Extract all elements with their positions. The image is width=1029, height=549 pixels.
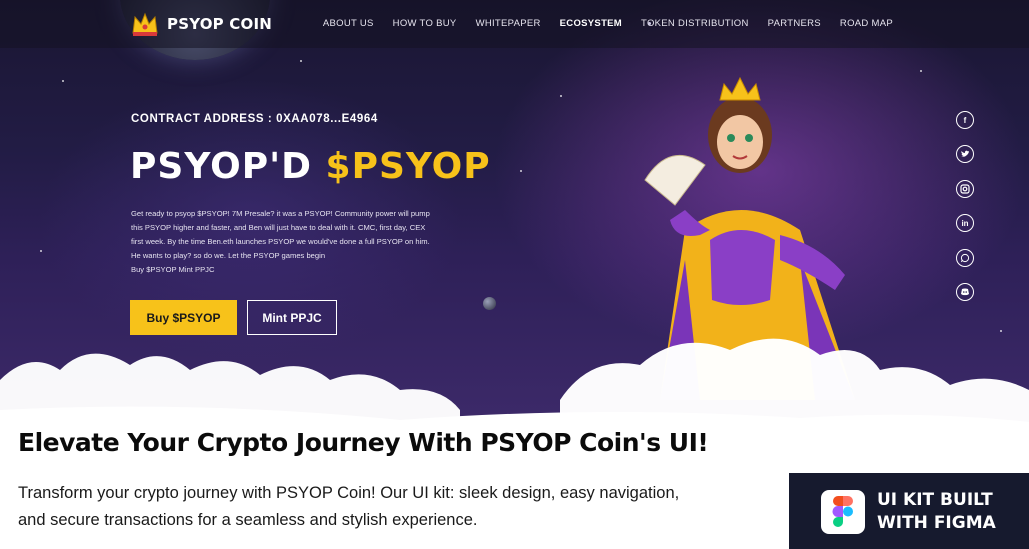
- linkedin-icon[interactable]: in: [956, 214, 974, 232]
- nav-links: ABOUT US HOW TO BUY WHITEPAPER ECOSYSTEM…: [323, 18, 893, 29]
- star: [520, 170, 522, 172]
- nav-ecosystem[interactable]: ECOSYSTEM: [560, 18, 622, 29]
- small-planet-decoration: [483, 297, 496, 310]
- nav-road-map[interactable]: ROAD MAP: [840, 18, 893, 29]
- headline-yellow: $PSYOP: [325, 146, 491, 187]
- description-line: first week. By the time Ben.eth launches…: [131, 237, 430, 246]
- star: [62, 80, 64, 82]
- description-line: this PSYOP higher and faster, and Ben wi…: [131, 223, 426, 232]
- linkedin-glyph: in: [961, 218, 969, 228]
- nav-whitepaper[interactable]: WHITEPAPER: [476, 18, 541, 29]
- headline-white: PSYOP'D: [130, 146, 326, 187]
- figma-badge-line2: WITH FIGMA: [877, 513, 996, 533]
- hero-headline: PSYOP'D $PSYOP: [130, 146, 491, 187]
- section-text-line: and secure transactions for a seamless a…: [18, 511, 478, 529]
- description-line: Buy $PSYOP Mint PPJC: [131, 265, 215, 274]
- contract-address[interactable]: CONTRACT ADDRESS : 0XAA078...E4964: [131, 113, 378, 125]
- instagram-icon[interactable]: [956, 180, 974, 198]
- figma-icon: [821, 490, 865, 534]
- section-text: Transform your crypto journey with PSYOP…: [18, 480, 758, 534]
- facebook-glyph: f: [963, 115, 967, 125]
- instagram-glyph: [960, 184, 970, 194]
- mint-ppjc-button[interactable]: Mint PPJC: [247, 300, 337, 335]
- star: [300, 60, 302, 62]
- twitter-glyph: [961, 150, 969, 157]
- star: [920, 70, 922, 72]
- section-title: Elevate Your Crypto Journey With PSYOP C…: [18, 428, 709, 457]
- nav-partners[interactable]: PARTNERS: [768, 18, 821, 29]
- top-navbar: PSYOP COIN ABOUT US HOW TO BUY WHITEPAPE…: [0, 0, 1029, 48]
- crown-icon: [132, 12, 158, 36]
- discord-glyph: [961, 288, 969, 296]
- description-line: Get ready to psyop $PSYOP! 7M Presale? i…: [131, 209, 430, 218]
- whatsapp-glyph: [960, 253, 970, 263]
- figma-badge: UI KIT BUILT WITH FIGMA: [789, 473, 1029, 549]
- facebook-icon[interactable]: f: [956, 111, 974, 129]
- section-text-line: Transform your crypto journey with PSYOP…: [18, 484, 680, 502]
- twitter-icon[interactable]: [956, 145, 974, 163]
- discord-icon[interactable]: [956, 283, 974, 301]
- hero-description: Get ready to psyop $PSYOP! 7M Presale? i…: [131, 207, 491, 277]
- brand-name: PSYOP COIN: [167, 15, 272, 33]
- buy-psyop-button[interactable]: Buy $PSYOP: [130, 300, 237, 335]
- description-line: He wants to play? so do we. Let the PSYO…: [131, 251, 326, 260]
- star: [560, 95, 562, 97]
- figma-badge-line1: UI KIT BUILT: [877, 490, 993, 510]
- figma-badge-label: UI KIT BUILT WITH FIGMA: [877, 489, 996, 535]
- nav-active-dot: [648, 22, 651, 25]
- nav-about-us[interactable]: ABOUT US: [323, 18, 374, 29]
- nav-token-distribution[interactable]: TOKEN DISTRIBUTION: [641, 18, 749, 29]
- whatsapp-icon[interactable]: [956, 249, 974, 267]
- nav-how-to-buy[interactable]: HOW TO BUY: [393, 18, 457, 29]
- brand-logo[interactable]: PSYOP COIN: [131, 11, 272, 37]
- star: [40, 250, 42, 252]
